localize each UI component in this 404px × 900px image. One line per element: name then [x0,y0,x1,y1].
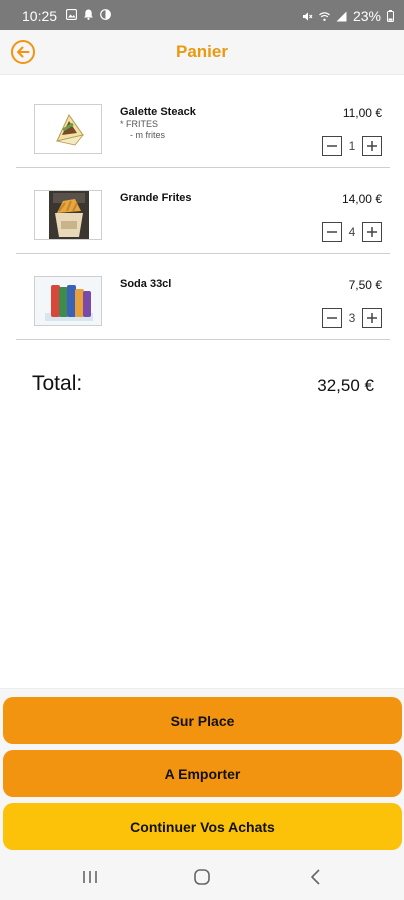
item-option: * FRITES [120,119,159,129]
back-icon[interactable] [306,867,326,887]
galette-wrap-image [34,104,102,154]
app-header: Panier [0,30,404,75]
item-options: * FRITES - m frites [120,119,165,141]
quantity-value: 3 [348,311,356,325]
decrease-quantity-button[interactable] [322,308,342,328]
decrease-quantity-button[interactable] [322,222,342,242]
system-nav-bar [0,854,404,900]
quantity-stepper: 3 [322,308,382,328]
item-price: 14,00 € [341,192,382,206]
continue-shopping-button[interactable]: Continuer Vos Achats [3,803,402,850]
battery-icon [387,10,394,22]
plus-icon [367,141,377,151]
wifi-icon [319,11,330,21]
increase-quantity-button[interactable] [362,308,382,328]
quantity-value: 1 [348,139,356,153]
battery-level: 23% [352,8,381,24]
recent-apps-icon[interactable] [80,867,100,887]
soda-cans-image [34,276,102,326]
total-label: Total: [32,372,83,395]
a-emporter-button[interactable]: A Emporter [3,750,402,797]
item-name: Galette Steack [120,106,196,118]
status-left-icons [66,9,111,20]
quantity-value: 4 [348,225,356,239]
image-icon [66,9,77,20]
decrease-quantity-button[interactable] [322,136,342,156]
item-price: 7,50 € [348,278,382,292]
fries-image [34,190,102,240]
cart-item-galette-steack: Galette Steack * FRITES - m frites 11,00… [16,82,390,168]
status-right-icons: 23% [302,8,394,24]
checkout-actions: Sur Place A Emporter Continuer Vos Achat… [0,688,404,854]
cart-item-grande-frites: Grande Frites 14,00 € 4 [16,168,390,254]
minus-icon [327,145,337,147]
item-option: - m frites [130,130,165,140]
increase-quantity-button[interactable] [362,136,382,156]
item-name: Soda 33cl [120,278,172,290]
item-name: Grande Frites [120,192,192,204]
minus-icon [327,317,337,319]
quantity-stepper: 1 [322,136,382,156]
moon-icon [100,9,111,20]
plus-icon [367,227,377,237]
increase-quantity-button[interactable] [362,222,382,242]
bell-icon [84,9,93,20]
home-icon[interactable] [192,867,212,887]
signal-icon [336,11,347,21]
page-title: Panier [176,42,228,61]
quantity-stepper: 4 [322,222,382,242]
sur-place-button[interactable]: Sur Place [3,697,402,744]
total-value: 32,50 € [317,376,374,395]
mute-icon [302,12,313,20]
item-price: 11,00 € [342,106,382,120]
cart-list: Galette Steack * FRITES - m frites 11,00… [16,82,390,340]
status-time: 10:25 [22,8,58,24]
cart-item-soda-33cl: Soda 33cl 7,50 € 3 [16,254,390,340]
status-bar: 10:25 23% [0,0,404,30]
plus-icon [367,313,377,323]
minus-icon [327,231,337,233]
